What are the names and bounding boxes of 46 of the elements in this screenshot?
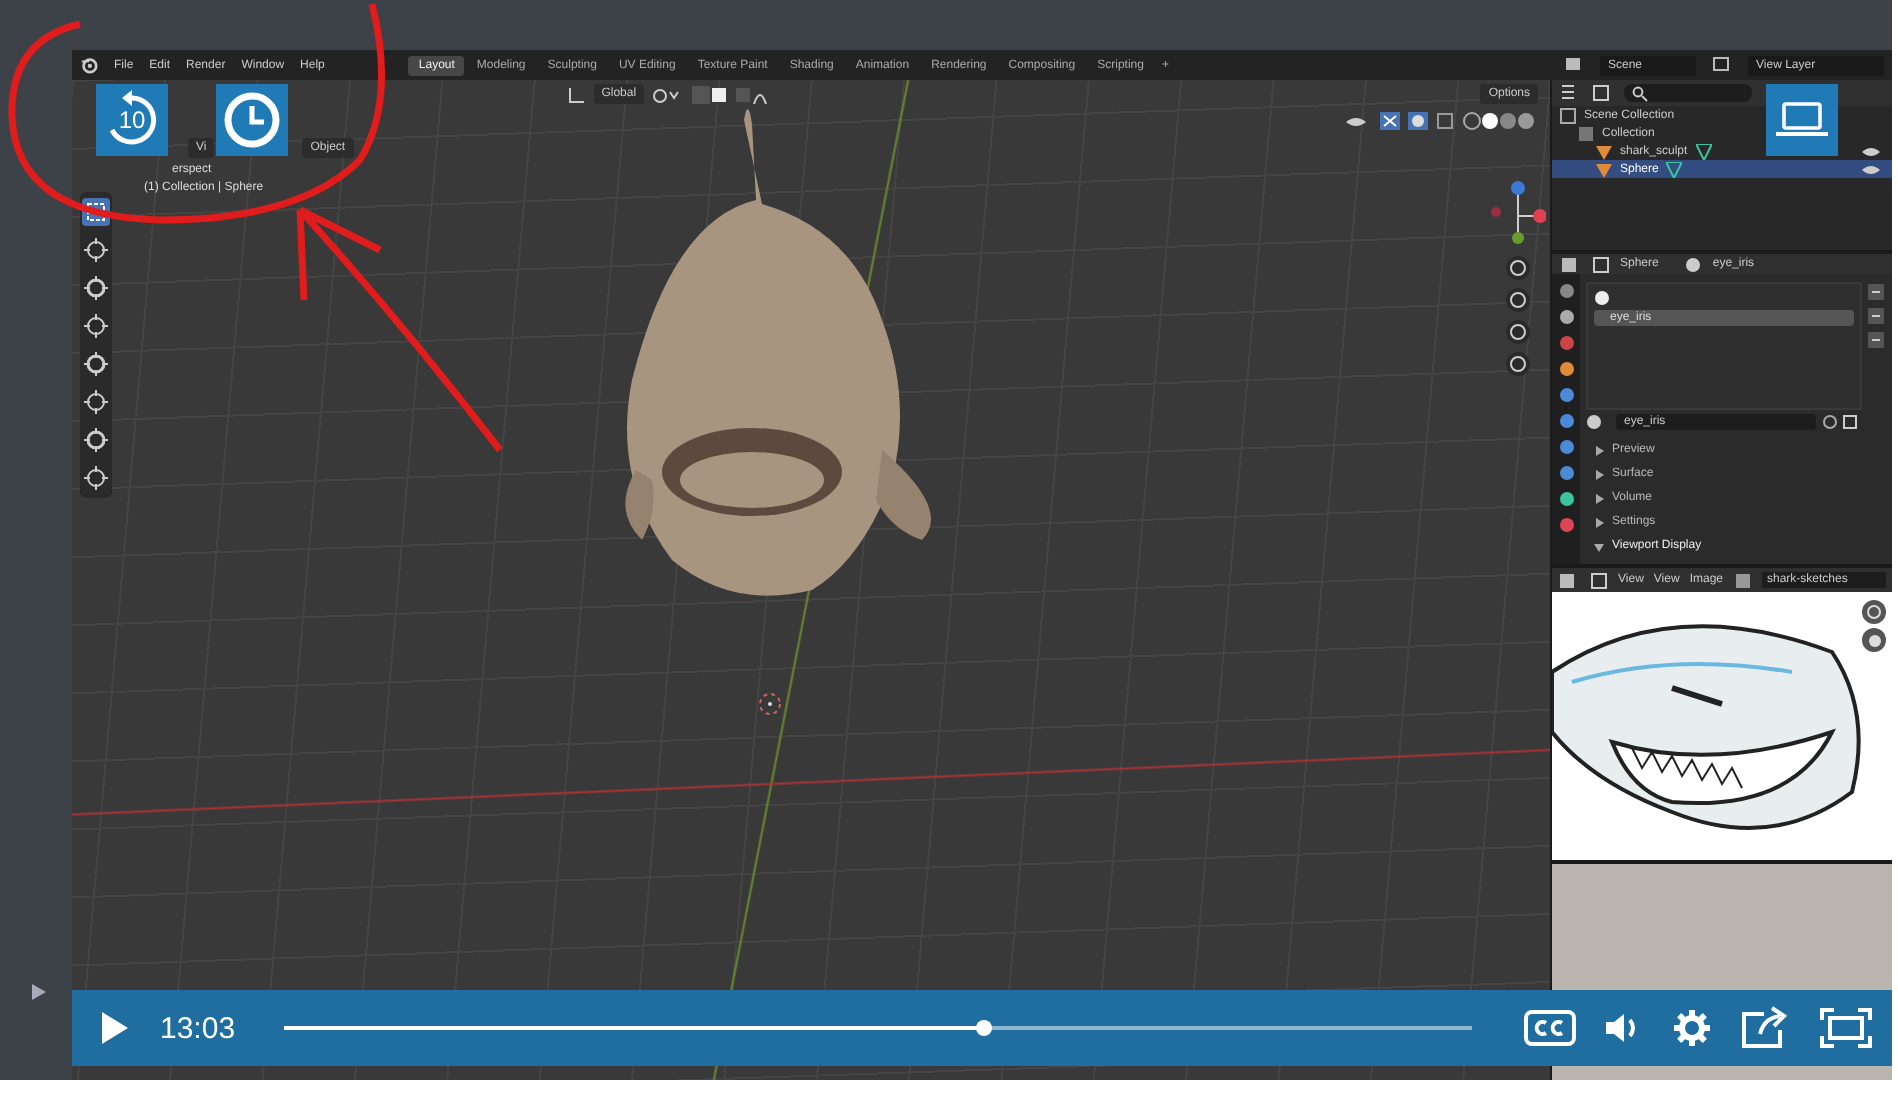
search-icon [1632, 85, 1648, 101]
3d-cursor-icon [759, 693, 781, 715]
material-icon [1594, 290, 1610, 306]
rewind-10-button[interactable]: 10 [96, 84, 168, 156]
snap-icon[interactable] [652, 85, 685, 103]
play-button[interactable] [100, 1012, 128, 1044]
caret-right-icon [1594, 517, 1604, 527]
laptop-button[interactable] [1766, 84, 1838, 156]
material-icon [1684, 255, 1703, 273]
playback-time: 13:03 [160, 1011, 238, 1045]
search-field[interactable] [1624, 84, 1752, 102]
caret-right-icon [1594, 493, 1604, 503]
overlay-toggle-icon[interactable] [1408, 112, 1428, 130]
view-mode-icon[interactable] [1590, 571, 1608, 589]
fullscreen-icon [1820, 1008, 1872, 1048]
clock-button[interactable] [216, 84, 288, 156]
object-icon [1592, 255, 1610, 273]
settings-icon [1672, 1008, 1712, 1048]
laptop-icon [1774, 100, 1830, 140]
properties-editor-icon[interactable] [1560, 255, 1582, 273]
falloff-curve-icon[interactable] [736, 85, 773, 103]
blender-logo-icon[interactable] [80, 56, 98, 74]
share-button[interactable] [1740, 1006, 1792, 1050]
copy-icon[interactable] [1822, 414, 1862, 430]
shading-modes-icon[interactable] [1462, 112, 1538, 130]
gizmo-toggle-icon[interactable] [1380, 112, 1400, 130]
xray-toggle-icon[interactable] [1436, 112, 1454, 130]
caret-down-icon [1594, 541, 1604, 551]
proportional-edit-icon[interactable] [692, 85, 729, 103]
expand-arrow-icon[interactable] [32, 984, 46, 1000]
image-editor-icon[interactable] [1558, 571, 1580, 589]
image-browse-icon[interactable] [1733, 571, 1751, 589]
progress-thumb[interactable] [976, 1020, 993, 1036]
transform-orientation-icon[interactable] [567, 85, 586, 103]
axis-gizmo-icon[interactable] [1490, 180, 1546, 248]
settings-button[interactable] [1672, 1008, 1712, 1048]
caret-right-icon [1594, 445, 1604, 455]
play-icon [100, 1012, 128, 1044]
closed-captions-icon [1524, 1010, 1576, 1046]
closed-captions-button[interactable] [1524, 1010, 1576, 1046]
fullscreen-button[interactable] [1820, 1008, 1872, 1048]
clock-icon [222, 90, 282, 150]
scene-icon[interactable] [1564, 56, 1584, 74]
share-icon [1740, 1006, 1792, 1050]
view-layer-icon[interactable] [1712, 56, 1732, 74]
caret-right-icon [1594, 469, 1604, 479]
